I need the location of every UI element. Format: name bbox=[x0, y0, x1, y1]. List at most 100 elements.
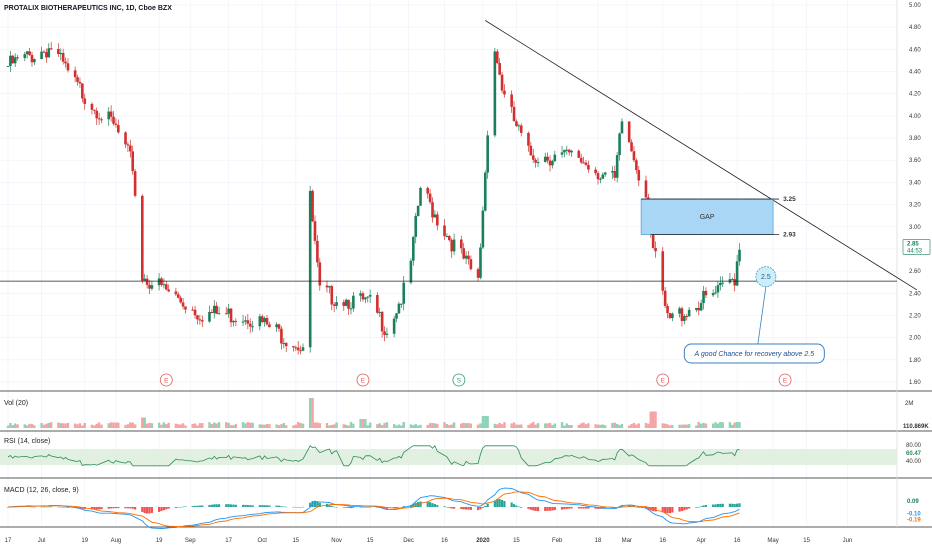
price-tick: 4.20 bbox=[909, 92, 921, 98]
macd-hist-bar bbox=[400, 506, 403, 508]
candle-body bbox=[462, 248, 465, 259]
volume-bar bbox=[728, 422, 732, 428]
volume-bar bbox=[599, 424, 602, 428]
volume-bar bbox=[520, 424, 523, 428]
volume-bar bbox=[76, 424, 79, 428]
volume-bar bbox=[663, 423, 667, 428]
candle-body bbox=[695, 307, 698, 310]
volume-bar bbox=[711, 423, 715, 428]
candle-body bbox=[28, 51, 31, 55]
volume-bar bbox=[229, 425, 233, 428]
volume-bar bbox=[347, 425, 350, 428]
candle-body bbox=[515, 121, 518, 127]
macd-hist-bar bbox=[534, 507, 537, 511]
macd-hist-bar bbox=[167, 507, 170, 509]
macd-hist-bar bbox=[450, 507, 453, 509]
macd-hist-bar bbox=[685, 507, 688, 510]
rsi-tick-80: 80.00 bbox=[906, 443, 922, 449]
volume-bar bbox=[261, 424, 264, 428]
candle-body bbox=[577, 150, 581, 158]
macd-hist-bar bbox=[728, 503, 732, 507]
volume-bar bbox=[654, 411, 657, 428]
macd-hist-bar bbox=[563, 507, 566, 510]
macd-hist-bar bbox=[110, 507, 113, 509]
volume-bar bbox=[431, 422, 434, 428]
macd-hist-bar bbox=[229, 504, 233, 507]
candle-body bbox=[59, 52, 63, 55]
macd-hist-bar bbox=[568, 507, 571, 509]
volume-bar bbox=[268, 424, 271, 428]
macd-hist-bar bbox=[234, 504, 237, 507]
candle-body bbox=[258, 316, 262, 327]
candle-body bbox=[61, 52, 65, 62]
volume-bar bbox=[258, 424, 262, 428]
volume-bar bbox=[23, 424, 26, 428]
macd-hist-bar bbox=[177, 507, 180, 508]
volume-bar bbox=[479, 423, 482, 428]
macd-hist-bar bbox=[515, 505, 518, 507]
stock-chart[interactable]: PROTALIX BIOTHERAPEUTICS INC, 1D, Cboe B… bbox=[0, 0, 932, 550]
volume-bar bbox=[580, 423, 583, 428]
volume-bar bbox=[165, 424, 168, 428]
volume-bar bbox=[452, 422, 456, 428]
time-tick: 16 bbox=[659, 538, 666, 544]
volume-bar bbox=[45, 423, 48, 428]
candle-body bbox=[711, 293, 715, 296]
candle-body bbox=[160, 278, 163, 285]
macd-hist-bar bbox=[397, 507, 401, 508]
candle-body bbox=[76, 77, 79, 82]
volume-bar bbox=[196, 425, 199, 428]
candle-body bbox=[95, 110, 99, 119]
volume-bar bbox=[378, 423, 381, 428]
candle-body bbox=[145, 278, 149, 285]
time-tick: Jul bbox=[38, 538, 46, 544]
volume-bar bbox=[436, 423, 439, 428]
macd-title: MACD (12, 26, close, 9) bbox=[4, 487, 79, 494]
volume-bar bbox=[249, 422, 252, 428]
volume-bar bbox=[428, 423, 432, 428]
volume-bar bbox=[308, 398, 312, 428]
macd-hist-bar bbox=[704, 504, 708, 507]
macd-hist-bar bbox=[249, 505, 252, 507]
macd-hist-bar bbox=[517, 506, 520, 508]
volume-bar bbox=[512, 422, 516, 428]
candle-body bbox=[263, 318, 266, 323]
rsi-tick-40: 40.00 bbox=[906, 459, 922, 465]
gap-bottom-label: 2.93 bbox=[783, 232, 796, 239]
candle-body bbox=[436, 214, 439, 226]
macd-hist-bar bbox=[668, 507, 672, 514]
rsi-title: RSI (14, close) bbox=[4, 438, 50, 445]
price-tick: 2.20 bbox=[909, 313, 921, 319]
candle-body bbox=[232, 320, 235, 323]
candle-body bbox=[512, 106, 516, 122]
volume-bar bbox=[594, 424, 597, 428]
macd-hist-bar bbox=[335, 507, 338, 508]
volume-bar bbox=[395, 425, 398, 428]
candle-body bbox=[292, 346, 295, 348]
volume-bar bbox=[285, 425, 288, 428]
macd-hist-bar bbox=[536, 507, 540, 512]
volume-bar bbox=[198, 423, 202, 428]
macd-hist-bar bbox=[107, 507, 110, 509]
price-tick: 4.00 bbox=[909, 114, 921, 120]
volume-bar bbox=[481, 416, 485, 428]
volume-bar bbox=[97, 422, 101, 428]
macd-hist-bar bbox=[64, 507, 67, 508]
volume-bar bbox=[181, 423, 185, 428]
rsi-band bbox=[0, 449, 897, 465]
volume-bar bbox=[225, 422, 228, 428]
macd-hist-bar bbox=[210, 504, 213, 507]
candle-body bbox=[328, 286, 331, 288]
volume-bar bbox=[359, 419, 362, 428]
volume-bar bbox=[208, 422, 211, 428]
volume-bar bbox=[577, 424, 581, 428]
volume-bar bbox=[462, 422, 465, 428]
volume-bar bbox=[731, 424, 734, 428]
candle-body bbox=[618, 133, 621, 156]
candle-body bbox=[184, 306, 187, 310]
volume-bar bbox=[16, 424, 19, 428]
macd-hist-bar bbox=[735, 503, 739, 507]
candle-body bbox=[181, 302, 185, 307]
callout-text: A good Chance for recovery above 2.5 bbox=[694, 351, 815, 358]
event-marker-label: E bbox=[661, 378, 666, 385]
